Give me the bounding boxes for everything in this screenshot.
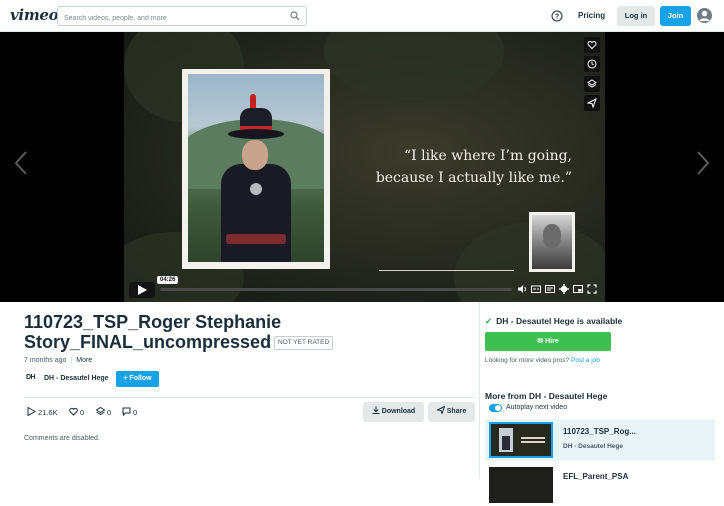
- plays-count: 21.6K: [38, 408, 58, 417]
- hire-button[interactable]: ✉ Hire: [485, 332, 611, 351]
- top-navigation-bar: vimeo ? Pricing Log in Join: [0, 0, 724, 32]
- video-thumbnail[interactable]: [489, 422, 553, 458]
- play-count-icon: [27, 406, 37, 417]
- more-link[interactable]: More: [76, 357, 92, 364]
- recommended-video-item[interactable]: 110723_TSP_Rog... DH - Desautel Hege: [485, 419, 715, 461]
- comments-count: 0: [133, 408, 138, 417]
- plays-stat: 21.6K: [27, 406, 58, 419]
- settings-gear-icon[interactable]: [559, 284, 569, 294]
- column-divider: [479, 302, 480, 479]
- progress-bar[interactable]: [160, 288, 512, 291]
- availability-text: DH - Desautel Hege is available: [496, 316, 623, 326]
- search-icon[interactable]: [290, 11, 300, 21]
- collections-button[interactable]: [584, 76, 600, 92]
- follow-button[interactable]: + Follow: [116, 371, 159, 387]
- help-icon[interactable]: ?: [551, 10, 563, 22]
- recommended-video-channel[interactable]: DH - Desautel Hege: [563, 443, 623, 450]
- upload-age: 7 months ago: [24, 357, 67, 364]
- transcript-icon[interactable]: [545, 284, 555, 294]
- availability-status: ✓ DH - Desautel Hege is available: [485, 316, 622, 327]
- more-from-heading: More from DH - Desautel Hege: [485, 391, 608, 401]
- recommended-video-title[interactable]: 110723_TSP_Rog...: [563, 427, 636, 436]
- watch-later-button[interactable]: [584, 56, 600, 72]
- video-meta: 7 months ago | More: [24, 357, 93, 364]
- video-quote-text: “I like where I’m going, because I actua…: [372, 145, 572, 189]
- video-player[interactable]: “I like where I’m going, because I actua…: [0, 32, 724, 302]
- video-thumbnail[interactable]: [489, 467, 553, 503]
- background-foliage: [324, 32, 504, 102]
- share-button-player[interactable]: [584, 95, 600, 111]
- share-label: Share: [446, 408, 467, 415]
- small-portrait-photo: [529, 212, 575, 272]
- video-title: 110723_TSP_Roger Stephanie Story_FINAL_u…: [24, 312, 282, 352]
- vimeo-logo[interactable]: vimeo: [10, 6, 59, 24]
- svg-text:?: ?: [555, 14, 559, 21]
- clock-icon: [587, 59, 597, 69]
- quote-line-1: “I like where I’m going,: [403, 148, 572, 164]
- like-button[interactable]: [584, 37, 600, 53]
- quote-line-2: because I actually like me.”: [375, 170, 572, 186]
- layers-icon: [95, 406, 106, 416]
- mail-icon: ✉: [537, 338, 546, 345]
- channel-name[interactable]: DH - Desautel Hege: [44, 375, 109, 382]
- likes-stat[interactable]: 0: [69, 407, 84, 419]
- download-button[interactable]: Download: [363, 402, 424, 422]
- fullscreen-icon[interactable]: [587, 284, 597, 294]
- autoplay-label: Autoplay next video: [506, 404, 568, 411]
- comments-stat[interactable]: 0: [122, 407, 137, 419]
- looking-for-pros: Looking for more video pros? Post a job: [485, 357, 600, 364]
- search-input[interactable]: [58, 9, 278, 28]
- volume-icon[interactable]: [517, 284, 527, 294]
- pricing-link[interactable]: Pricing: [578, 11, 605, 20]
- rating-badge[interactable]: NOT YET RATED: [274, 336, 334, 350]
- search-box[interactable]: [57, 6, 307, 28]
- paper-plane-icon: [587, 98, 597, 108]
- collections-stat[interactable]: 0: [95, 406, 112, 419]
- recommended-video-item[interactable]: EFL_Parent_PSA: [485, 464, 715, 506]
- play-button[interactable]: [129, 282, 155, 298]
- user-avatar-icon[interactable]: [697, 8, 712, 23]
- picture-in-picture-icon[interactable]: [573, 284, 583, 294]
- portrait-photo: [182, 69, 330, 269]
- layers-icon: [587, 79, 597, 88]
- captions-icon[interactable]: [531, 284, 541, 294]
- likes-count: 0: [80, 408, 85, 417]
- player-controls: 04:26: [124, 276, 605, 302]
- play-icon: [138, 285, 147, 295]
- login-button[interactable]: Log in: [617, 6, 655, 26]
- download-label: Download: [381, 408, 416, 415]
- download-icon: [372, 406, 380, 414]
- join-button[interactable]: Join: [660, 6, 691, 26]
- comments-disabled-note: Comments are disabled.: [24, 435, 100, 442]
- lookfor-text: Looking for more video pros?: [485, 357, 570, 364]
- share-button[interactable]: Share: [428, 402, 475, 422]
- post-job-link[interactable]: Post a job: [571, 357, 600, 364]
- previous-video-arrow-icon[interactable]: [14, 150, 28, 176]
- collections-count: 0: [107, 408, 112, 417]
- hire-label: Hire: [545, 338, 559, 345]
- divider: [24, 397, 475, 398]
- paper-plane-icon: [435, 405, 446, 416]
- recommended-video-title[interactable]: EFL_Parent_PSA: [563, 472, 628, 481]
- heart-icon: [587, 41, 597, 50]
- check-icon: ✓: [485, 316, 493, 326]
- video-frame[interactable]: “I like where I’m going, because I actua…: [124, 32, 605, 302]
- comment-icon: [122, 407, 131, 417]
- timecode: 04:26: [157, 276, 179, 284]
- quote-underline: [379, 270, 514, 271]
- next-video-arrow-icon[interactable]: [696, 150, 710, 176]
- channel-logo[interactable]: DH: [26, 374, 36, 381]
- heart-icon: [69, 407, 78, 416]
- autoplay-toggle[interactable]: [489, 404, 502, 412]
